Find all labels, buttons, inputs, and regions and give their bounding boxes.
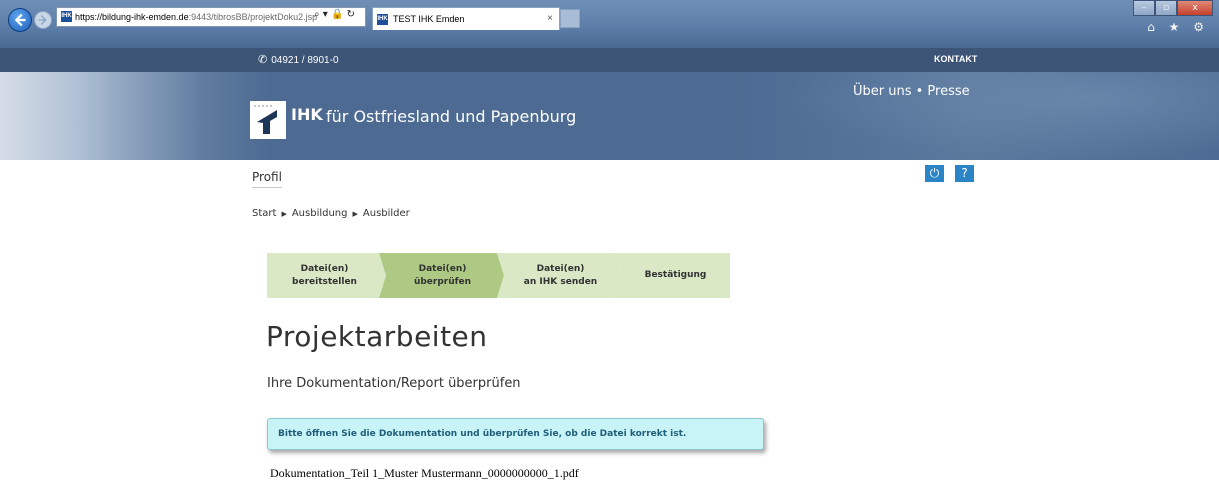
phone-text: 04921 / 8901-0 <box>271 55 339 66</box>
about-press-nav[interactable]: Über uns • Presse <box>853 84 970 99</box>
step-bestaetigung: Bestätigung <box>644 270 707 280</box>
org-name: für Ostfriesland und Papenburg <box>326 107 577 126</box>
address-path: :9443/tibrosBB/projektDoku2.jsp <box>188 12 318 22</box>
breadcrumb-item-ausbildung[interactable]: Ausbildung <box>292 208 348 219</box>
info-message: Bitte öffnen Sie die Dokumentation und ü… <box>267 418 764 450</box>
step-bereitstellen: Datei(en) bereitstellen <box>292 263 357 287</box>
close-window-button[interactable]: x <box>1177 0 1213 16</box>
window-controls: – ▫ x <box>1133 0 1213 16</box>
maximize-button[interactable]: ▫ <box>1155 0 1177 16</box>
page-subtitle: Ihre Dokumentation/Report überprüfen <box>267 376 521 391</box>
breadcrumb-arrow-icon: ▶ <box>281 210 287 218</box>
logo-mark: IHK <box>291 105 323 124</box>
logout-power-button[interactable]: ⏻ <box>925 165 944 182</box>
step-an-ihk-senden: Datei(en) an IHK senden <box>523 263 598 287</box>
tab-title: TEST IHK Emden <box>393 14 465 24</box>
profile-link[interactable]: Profil <box>252 170 282 188</box>
breadcrumb: Start ▶ Ausbildung ▶ Ausbilder <box>252 208 410 219</box>
breadcrumb-item-ausbilder[interactable]: Ausbilder <box>363 208 410 219</box>
document-file-link[interactable]: Dokumentation_Teil 1_Muster Mustermann_0… <box>270 466 579 481</box>
home-favorites-settings-icons[interactable]: ⌂ ★ ⚙ <box>1147 20 1209 34</box>
forward-button[interactable] <box>34 11 52 29</box>
tab-test-ihk-emden[interactable]: IHK TEST IHK Emden × <box>372 7 560 30</box>
page-title: Projektarbeiten <box>266 320 488 353</box>
breadcrumb-arrow-icon: ▶ <box>352 210 358 218</box>
new-tab-button[interactable] <box>560 9 580 28</box>
site-favicon-icon: IHK <box>61 11 72 22</box>
site-banner: Über uns • Presse IHK für Ostfriesland u… <box>0 72 1219 160</box>
address-host: https://bildung-ihk-emden.de <box>75 12 189 22</box>
address-bar-icons[interactable]: ⌕ ▾ 🔒 ↻ <box>314 9 355 20</box>
breadcrumb-item-start[interactable]: Start <box>252 208 276 219</box>
site-topbar: ✆ 04921 / 8901-0 KONTAKT <box>0 48 1219 72</box>
ihk-logo-icon[interactable] <box>250 101 286 139</box>
power-icon: ⏻ <box>929 166 940 180</box>
tab-close-icon[interactable]: × <box>547 8 553 30</box>
tab-favicon-icon: IHK <box>377 14 388 25</box>
browser-chrome: IHK https://bildung-ihk-emden.de:9443/ti… <box>0 0 1219 48</box>
help-button[interactable]: ? <box>955 165 974 182</box>
arrow-left-icon <box>14 13 26 27</box>
phone-number[interactable]: ✆ 04921 / 8901-0 <box>258 53 339 66</box>
minimize-button[interactable]: – <box>1133 0 1155 16</box>
progress-steps: Datei(en) bereitstellen Datei(en) überprüf… <box>267 253 730 298</box>
contact-link[interactable]: KONTAKT <box>934 54 977 64</box>
arrow-right-icon <box>38 15 47 25</box>
phone-icon: ✆ <box>258 54 268 66</box>
help-icon: ? <box>961 166 968 180</box>
back-button[interactable] <box>8 8 32 32</box>
step-ueberpruefen: Datei(en) überprüfen <box>413 263 472 287</box>
